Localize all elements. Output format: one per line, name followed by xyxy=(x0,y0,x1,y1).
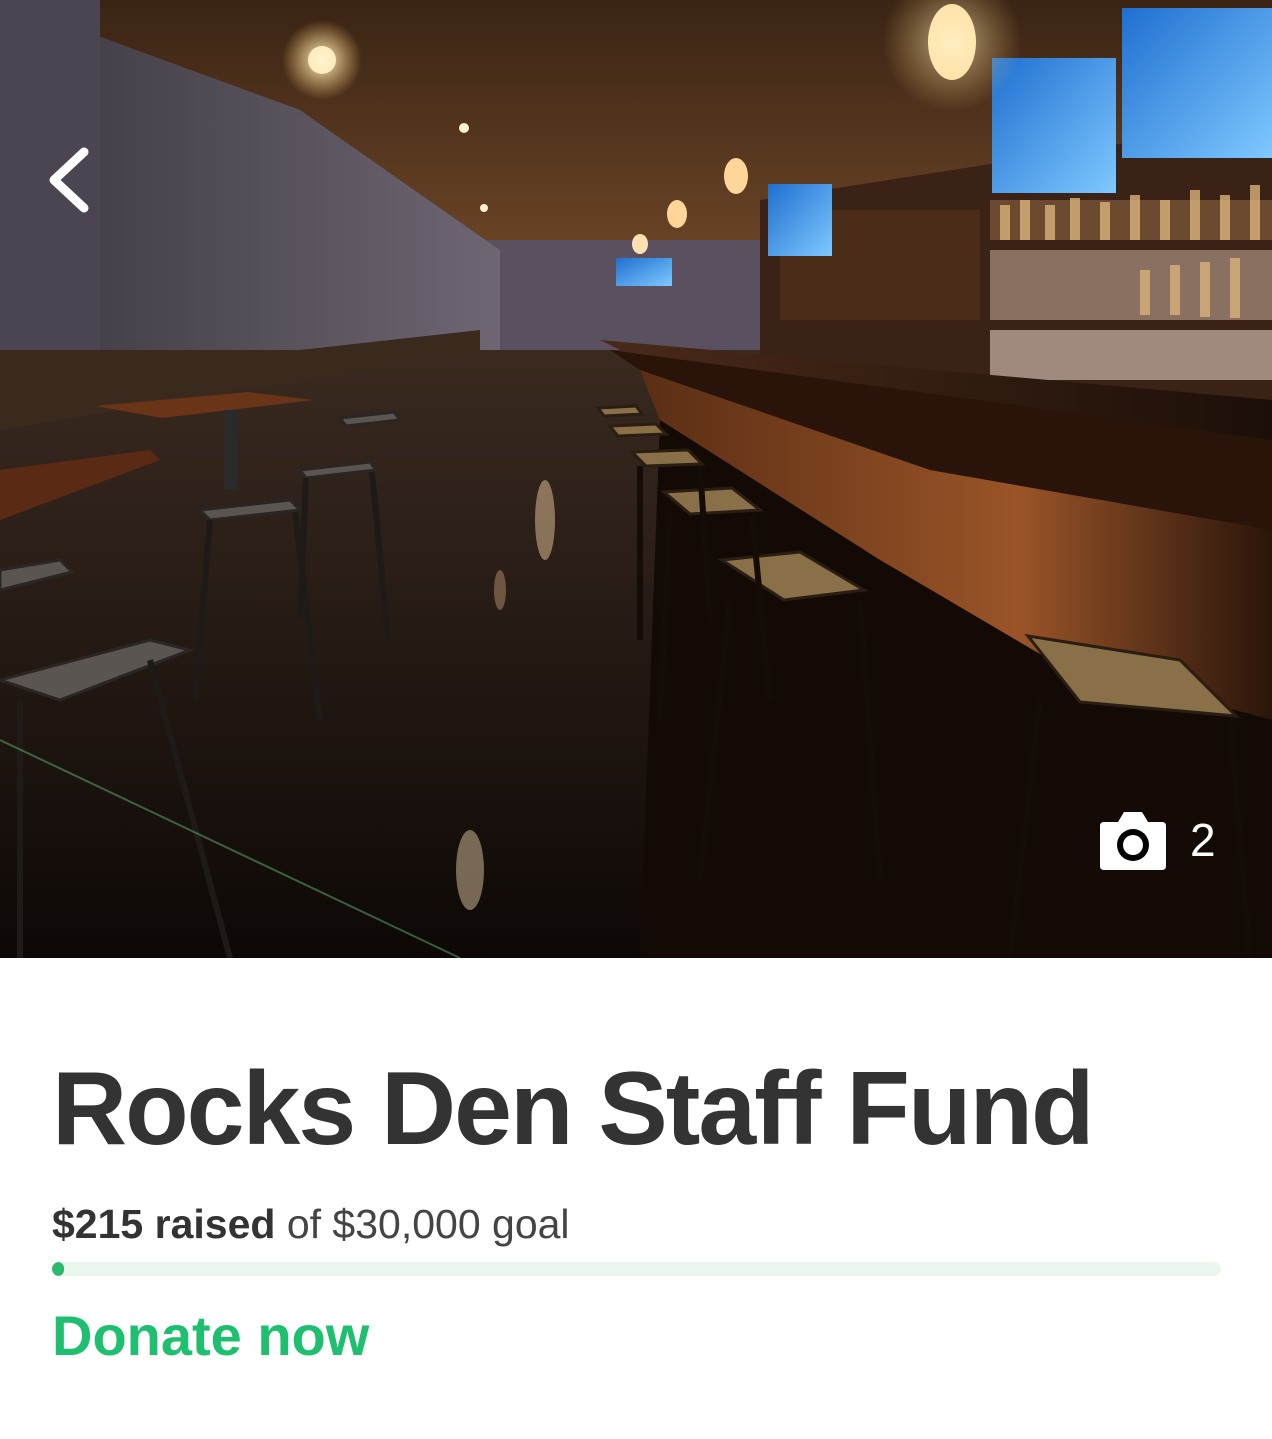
photo-count-label: 2 xyxy=(1190,814,1216,866)
chevron-left-icon xyxy=(49,147,89,213)
raised-spacer xyxy=(143,1201,154,1247)
progress-bar-fill xyxy=(52,1262,64,1276)
raised-label: raised xyxy=(154,1201,276,1247)
fundraiser-page: 2 Rocks Den Staff Fund $215 raised of $3… xyxy=(0,0,1272,1439)
camera-icon xyxy=(1100,812,1166,870)
photo-count-button[interactable]: 2 xyxy=(1098,806,1216,874)
hero-photo[interactable]: 2 xyxy=(0,0,1272,958)
goal-spacer xyxy=(275,1201,286,1247)
bar-interior-photo xyxy=(0,0,1272,958)
progress-bar xyxy=(52,1262,1221,1276)
raised-amount: $215 xyxy=(52,1201,144,1247)
donate-now-button[interactable]: Donate now xyxy=(52,1302,369,1369)
page-title: Rocks Den Staff Fund xyxy=(52,1051,1095,1167)
back-button[interactable] xyxy=(36,140,106,220)
raised-summary: $215 raised of $30,000 goal xyxy=(52,1200,570,1249)
goal-text: of $30,000 goal xyxy=(286,1201,570,1247)
